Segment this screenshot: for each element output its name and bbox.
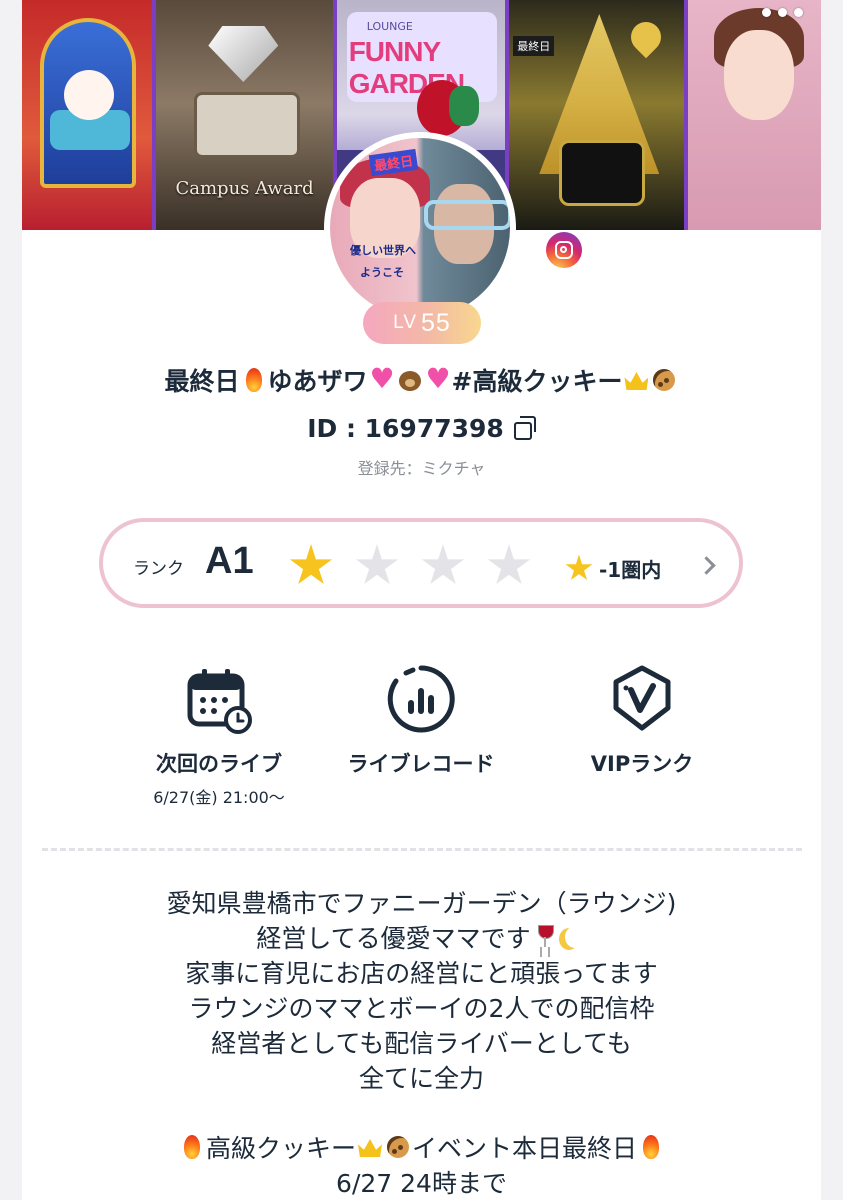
crown-emoji-icon	[622, 366, 650, 394]
bio-line: 家事に育児にお店の経営にと頑張ってます	[185, 959, 658, 988]
name-part-2: ゆあザワ	[267, 367, 368, 396]
registered-platform: 登録先：ミクチャ	[357, 459, 486, 478]
rank-zone: -1圏内	[565, 554, 661, 583]
instagram-icon[interactable]	[546, 232, 582, 268]
bio-line: ラウンジのママとボーイの2人での配信枠	[188, 994, 655, 1023]
live-record-button[interactable]: ライブレコード	[316, 664, 526, 778]
bio-line: 経営してる優愛ママです	[22, 921, 821, 956]
bear-emoji-icon	[396, 366, 424, 394]
level-badge: LV 55	[363, 302, 481, 344]
bio-line: 高級クッキー イベント本日最終日	[22, 1131, 821, 1166]
banner-sign-small: LOUNGE	[366, 20, 413, 33]
copy-icon[interactable]	[513, 416, 536, 440]
avatar-text-1: 優しい世界へ	[350, 244, 416, 257]
wine-emoji-icon	[531, 923, 559, 951]
chevron-right-icon	[697, 556, 716, 575]
live-record-label: ライブレコード	[347, 752, 495, 776]
fire-emoji-icon	[178, 1133, 206, 1161]
star-icon	[487, 544, 531, 585]
rank-zone-text: -1圏内	[599, 558, 662, 582]
next-live-button[interactable]: 次回のライブ 6/27(金) 21:00〜	[104, 664, 334, 808]
name-part-1: 最終日	[164, 367, 240, 396]
crown-emoji-icon	[356, 1133, 384, 1161]
vip-rank-label: VIPランク	[590, 752, 694, 776]
banner-tag: 最終日	[513, 36, 555, 56]
bio-line: 6/27 24時まで	[336, 1169, 507, 1198]
avatar-text-2: ようこそ	[360, 266, 404, 279]
profile-card: Campus Award LOUNGE FUNNY GARDEN 最終日 最終日	[22, 0, 821, 1200]
level-number: 55	[421, 308, 451, 337]
cookie-emoji-icon	[384, 1133, 412, 1161]
next-live-label: 次回のライブ	[156, 752, 282, 776]
banner-image-1	[22, 0, 153, 230]
rank-panel[interactable]: ランク A1 -1圏内	[99, 518, 743, 608]
profile-name: 最終日ゆあザワ #高級クッキー	[22, 362, 821, 398]
profile-bio: 愛知県豊橋市でファニーガーデン（ラウンジ) 経営してる優愛ママです 家事に育児に…	[22, 886, 821, 1200]
fire-emoji-icon	[637, 1133, 665, 1161]
calendar-clock-icon	[184, 664, 254, 734]
bio-line: 愛知県豊橋市でファニーガーデン（ラウンジ)	[166, 889, 677, 918]
vip-badge-icon	[607, 664, 677, 734]
heart-emoji-icon	[368, 362, 396, 395]
rank-label: ランク	[133, 559, 184, 579]
cookie-emoji-icon	[650, 366, 678, 394]
divider	[42, 848, 802, 851]
banner-caption: Campus Award	[175, 178, 314, 199]
moon-emoji-icon	[559, 923, 587, 951]
user-id-row: ID : 16977398	[22, 414, 821, 443]
star-icon	[355, 544, 399, 585]
profile-actions: 次回のライブ 6/27(金) 21:00〜 ライブレコード VIPランク	[22, 664, 821, 814]
fire-emoji-icon	[240, 366, 268, 394]
banner-image-4: 最終日	[509, 0, 684, 230]
bio-line: 全てに全力	[358, 1064, 484, 1093]
star-icon	[421, 544, 465, 585]
live-record-icon	[386, 664, 456, 734]
more-dots-icon[interactable]	[762, 8, 803, 17]
banner-image-5	[687, 0, 821, 230]
vip-rank-button[interactable]: VIPランク	[542, 664, 742, 778]
star-icon	[565, 554, 593, 580]
rank-value: A1	[205, 540, 254, 582]
next-live-datetime: 6/27(金) 21:00〜	[153, 788, 285, 807]
banner-image-2: Campus Award	[156, 0, 333, 230]
user-id: ID : 16977398	[307, 414, 504, 443]
star-icon	[289, 544, 333, 585]
avatar[interactable]: 最終日 優しい世界へ ようこそ	[324, 132, 516, 324]
heart-emoji-icon	[424, 362, 452, 395]
level-prefix: LV	[393, 312, 418, 333]
bio-line: 経営者としても配信ライバーとしても	[211, 1029, 632, 1058]
name-part-3: #高級クッキー	[451, 367, 623, 396]
